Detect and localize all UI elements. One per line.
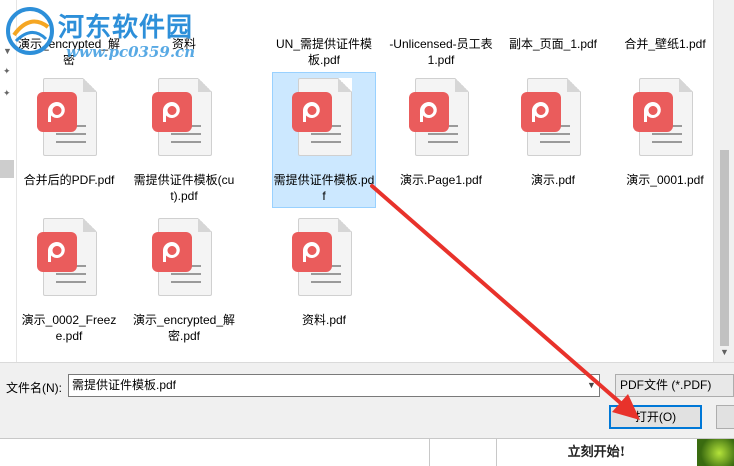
file-name: 需提供证件模板(cut).pdf bbox=[133, 173, 235, 203]
filename-label: 文件名(N): bbox=[6, 381, 62, 395]
filetype-select[interactable]: PDF文件 (*.PDF) bbox=[615, 374, 734, 397]
file-name: 演示_0001.pdf bbox=[626, 173, 704, 187]
navigation-scroll-thumb[interactable] bbox=[0, 160, 14, 178]
pin-icon: ✦ bbox=[3, 66, 11, 76]
background-app-strip: 立刻开始! bbox=[0, 438, 734, 466]
file-name: -Unlicensed-员工表1.pdf bbox=[389, 37, 493, 67]
pin-icon: ✦ bbox=[3, 88, 11, 98]
pdf-icon bbox=[292, 92, 332, 132]
file-list-scrollbar[interactable]: ▼ bbox=[713, 0, 734, 362]
file-name: 合并后的PDF.pdf bbox=[23, 173, 115, 187]
navigation-pane[interactable]: ▼ ✦ ✦ bbox=[0, 0, 17, 362]
pdf-icon bbox=[37, 92, 77, 132]
pdf-icon bbox=[37, 232, 77, 272]
background-green-image bbox=[697, 439, 734, 466]
open-button[interactable]: 打开(O) bbox=[609, 405, 702, 429]
file-list-view[interactable]: 演示_encrypted_解密 资料 UN_需提供证件模板.pdf -Unlicens… bbox=[17, 0, 713, 362]
pdf-icon bbox=[409, 92, 449, 132]
file-name: 需提供证件模板.pdf bbox=[273, 173, 375, 203]
file-name: 演示.pdf bbox=[530, 173, 576, 187]
pdf-icon bbox=[633, 92, 673, 132]
start-now-label: 立刻开始! bbox=[496, 439, 696, 466]
pin-icon: ▼ bbox=[3, 46, 12, 56]
scroll-down-arrow-icon[interactable]: ▼ bbox=[719, 346, 730, 358]
file-name: 演示_0002_Freeze.pdf bbox=[21, 313, 117, 343]
filename-input[interactable]: 需提供证件模板.pdf bbox=[68, 374, 600, 397]
filename-dropdown-icon[interactable]: ▼ bbox=[584, 375, 599, 396]
file-name: UN_需提供证件模板.pdf bbox=[275, 37, 372, 67]
file-name: 演示_encrypted_解密 bbox=[17, 37, 121, 67]
background-panel bbox=[0, 439, 430, 466]
pdf-icon bbox=[152, 232, 192, 272]
file-name: 演示.Page1.pdf bbox=[399, 173, 483, 187]
file-name: 演示_encrypted_解密.pdf bbox=[132, 313, 236, 343]
pdf-icon bbox=[521, 92, 561, 132]
file-name: 合并_壁纸1.pdf bbox=[624, 37, 706, 51]
cancel-button[interactable] bbox=[716, 405, 734, 429]
pdf-icon bbox=[292, 232, 332, 272]
file-name: 副本_页面_1.pdf bbox=[508, 37, 598, 51]
scrollbar-thumb[interactable] bbox=[720, 150, 729, 346]
pdf-icon bbox=[152, 92, 192, 132]
file-name: 资料.pdf bbox=[301, 313, 347, 327]
file-name: 资料 bbox=[171, 37, 196, 51]
